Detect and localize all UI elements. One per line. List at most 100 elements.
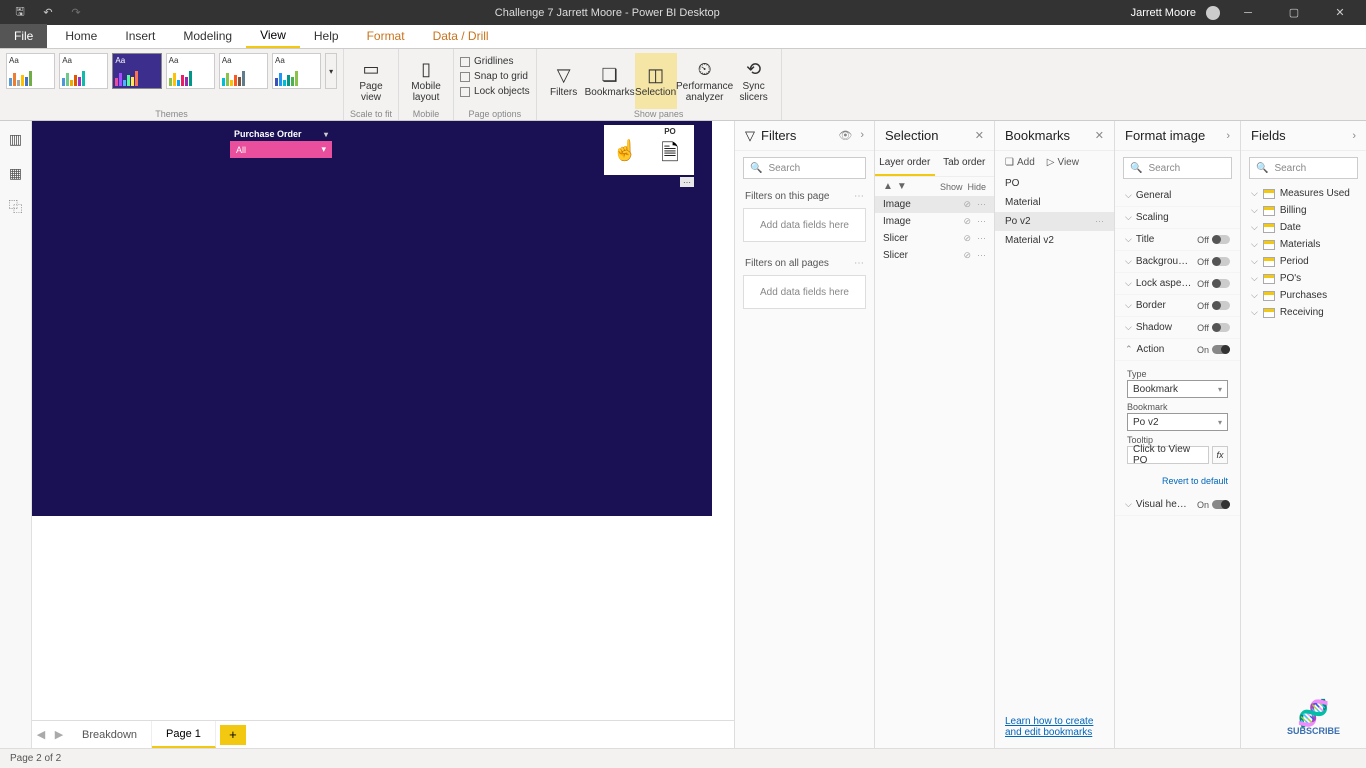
format-visual-header[interactable]: ⌵Visual he…On	[1115, 494, 1240, 516]
selection-pane-button[interactable]: ◫Selection	[635, 53, 677, 109]
move-down-icon[interactable]: ▼	[897, 181, 907, 192]
tab-home[interactable]: Home	[51, 24, 111, 48]
format-action[interactable]: ⌃ActionOn	[1115, 339, 1240, 361]
tab-help[interactable]: Help	[300, 24, 353, 48]
more-icon[interactable]: ⋯	[977, 250, 986, 261]
gridlines-checkbox[interactable]: Gridlines	[460, 55, 513, 68]
filters-search[interactable]: 🔍Search	[743, 157, 866, 179]
more-icon[interactable]: ⋯	[854, 258, 864, 269]
mobile-layout-button[interactable]: ▯Mobile layout	[405, 53, 447, 109]
theme-swatch[interactable]: Aa	[219, 53, 268, 89]
hidden-icon[interactable]: ⊘	[963, 233, 971, 244]
eye-icon[interactable]: 👁	[838, 129, 852, 142]
format-border[interactable]: ⌵BorderOff	[1115, 295, 1240, 317]
undo-icon[interactable]: ↶	[40, 5, 56, 21]
show-label[interactable]: Show	[940, 182, 963, 192]
model-view-icon[interactable]: ⿻	[8, 199, 24, 215]
snap-checkbox[interactable]: Snap to grid	[460, 70, 528, 83]
maximize-button[interactable]: ▢	[1276, 0, 1312, 25]
field-table[interactable]: ⌵Measures Used	[1241, 185, 1366, 202]
revert-default[interactable]: Revert to default	[1115, 468, 1240, 494]
move-up-icon[interactable]: ▲	[883, 181, 893, 192]
page-tab-page1[interactable]: Page 1	[152, 721, 216, 748]
field-table[interactable]: ⌵Date	[1241, 219, 1366, 236]
tab-format[interactable]: Format	[353, 24, 419, 48]
close-button[interactable]: ✕	[1322, 0, 1358, 25]
file-menu[interactable]: File	[0, 24, 47, 48]
bookmark-item[interactable]: Material v2	[995, 231, 1114, 250]
redo-icon[interactable]: ↷	[68, 5, 84, 21]
selection-item[interactable]: Image⊘⋯	[875, 213, 994, 230]
page-tab-breakdown[interactable]: Breakdown	[68, 721, 152, 748]
expand-icon[interactable]: ›	[1226, 130, 1230, 142]
save-icon[interactable]: 🖫	[12, 5, 28, 21]
tab-order-tab[interactable]: Tab order	[935, 151, 995, 176]
minimize-button[interactable]: ─	[1230, 0, 1266, 25]
theme-swatch[interactable]: Aa	[59, 53, 108, 89]
selection-item[interactable]: Slicer⊘⋯	[875, 230, 994, 247]
hidden-icon[interactable]: ⊘	[963, 199, 971, 210]
theme-swatch[interactable]: Aa	[166, 53, 215, 89]
filters-all-pages-drop[interactable]: Add data fields here	[743, 275, 866, 309]
page-view-button[interactable]: ▭Page view	[350, 53, 392, 109]
format-general[interactable]: ⌵General	[1115, 185, 1240, 207]
field-table[interactable]: ⌵Purchases	[1241, 287, 1366, 304]
lock-checkbox[interactable]: Lock objects	[460, 85, 530, 98]
tab-insert[interactable]: Insert	[111, 24, 169, 48]
field-table[interactable]: ⌵Period	[1241, 253, 1366, 270]
bookmark-add[interactable]: ❏Add	[1005, 157, 1035, 168]
field-table[interactable]: ⌵PO's	[1241, 270, 1366, 287]
more-icon[interactable]: ⋯	[977, 199, 986, 210]
more-icon[interactable]: ⋯	[1095, 216, 1104, 227]
tooltip-input[interactable]: Click to View PO	[1127, 446, 1209, 464]
bookmarks-pane-button[interactable]: ❏Bookmarks	[589, 53, 631, 109]
more-icon[interactable]: ⋯	[977, 233, 986, 244]
format-title-row[interactable]: ⌵TitleOff	[1115, 229, 1240, 251]
add-page-button[interactable]: +	[220, 725, 246, 745]
field-table[interactable]: ⌵Receiving	[1241, 304, 1366, 321]
data-view-icon[interactable]: ▦	[8, 165, 24, 181]
theme-swatch[interactable]: Aa	[272, 53, 321, 89]
bookmark-view[interactable]: ▷View	[1047, 157, 1079, 168]
visual-menu-icon[interactable]: ⋯	[680, 177, 694, 187]
format-search[interactable]: 🔍Search	[1123, 157, 1232, 179]
selection-item[interactable]: Image⊘⋯	[875, 196, 994, 213]
type-select[interactable]: Bookmark▾	[1127, 380, 1228, 398]
more-icon[interactable]: ⋯	[977, 216, 986, 227]
tab-data-drill[interactable]: Data / Drill	[419, 24, 503, 48]
fields-search[interactable]: 🔍Search	[1249, 157, 1358, 179]
bookmark-item[interactable]: PO	[995, 174, 1114, 193]
report-view-icon[interactable]: ▥	[8, 131, 24, 147]
format-lock-aspect[interactable]: ⌵Lock aspe…Off	[1115, 273, 1240, 295]
bookmark-item[interactable]: Material	[995, 193, 1114, 212]
report-canvas[interactable]: Purchase Order▾ All▾ ☝ PO 🗎 ⋯	[32, 121, 712, 516]
avatar[interactable]	[1206, 6, 1220, 20]
bookmark-select[interactable]: Po v2▾	[1127, 413, 1228, 431]
filters-this-page-drop[interactable]: Add data fields here	[743, 208, 866, 242]
theme-swatch[interactable]: Aa	[6, 53, 55, 89]
hide-label[interactable]: Hide	[967, 182, 986, 192]
theme-swatch-active[interactable]: Aa	[112, 53, 161, 89]
expand-icon[interactable]: ›	[1352, 130, 1356, 142]
themes-dropdown[interactable]: ▾	[325, 53, 337, 89]
bookmark-item[interactable]: Po v2⋯	[995, 212, 1114, 231]
performance-analyzer-button[interactable]: ⏲Performance analyzer	[681, 53, 729, 109]
more-icon[interactable]: ⋯	[854, 191, 864, 202]
selection-item[interactable]: Slicer⊘⋯	[875, 247, 994, 264]
page-prev[interactable]: ◀	[32, 728, 50, 741]
hidden-icon[interactable]: ⊘	[963, 216, 971, 227]
page-next[interactable]: ▶	[50, 728, 68, 741]
bookmarks-learn-link[interactable]: Learn how to create and edit bookmarks	[1005, 716, 1093, 738]
field-table[interactable]: ⌵Billing	[1241, 202, 1366, 219]
format-background[interactable]: ⌵Backgrou…Off	[1115, 251, 1240, 273]
filters-pane-button[interactable]: ▽Filters	[543, 53, 585, 109]
fx-button[interactable]: fx	[1212, 446, 1228, 464]
format-shadow[interactable]: ⌵ShadowOff	[1115, 317, 1240, 339]
sync-slicers-button[interactable]: ⟲Sync slicers	[733, 53, 775, 109]
close-icon[interactable]: ✕	[975, 129, 984, 142]
close-icon[interactable]: ✕	[1095, 129, 1104, 142]
layer-order-tab[interactable]: Layer order	[875, 151, 935, 176]
po-image-button[interactable]: ☝ PO 🗎	[604, 125, 694, 175]
hidden-icon[interactable]: ⊘	[963, 250, 971, 261]
expand-icon[interactable]: ›	[860, 129, 864, 142]
